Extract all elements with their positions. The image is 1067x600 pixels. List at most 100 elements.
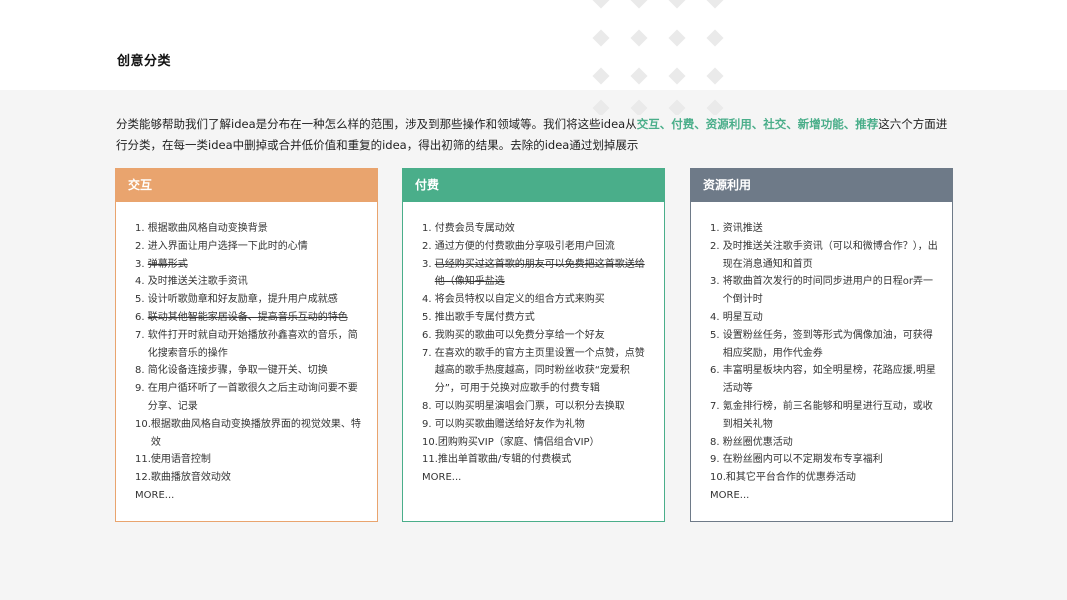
more-label: MORE...	[422, 472, 462, 484]
idea-text: 及时推送关注歌手资讯	[147, 276, 248, 288]
idea-list-item: 11. 使用语音控制	[135, 451, 363, 469]
idea-number: 5.	[422, 311, 435, 323]
idea-list-item: 6. 丰富明星板块内容，如全明星榜，花路应援,明星活动等	[710, 362, 938, 398]
idea-list-item: 8. 简化设备连接步骤，争取一键开关、切换	[135, 362, 363, 380]
idea-number: 6.	[135, 311, 148, 323]
idea-text: 付费会员专属动效	[434, 223, 515, 234]
idea-number: 11.	[135, 454, 151, 466]
idea-text: 团购购买VIP（家庭、情侣组合VIP）	[437, 436, 600, 448]
idea-list: 1. 根据歌曲风格自动变换背景 2. 进入界面让用户选择一下此时的心情 3. 弹幕形…	[116, 202, 377, 487]
idea-list-item: 10. 和其它平台合作的优惠券活动	[710, 469, 938, 487]
idea-number: 3.	[710, 276, 723, 288]
idea-list-item: 8. 粉丝圈优惠活动	[710, 434, 938, 452]
idea-text: 简化设备连接步骤，争取一键开关、切换	[147, 365, 328, 377]
idea-text: 将会员特权以自定义的组合方式来购买	[434, 294, 605, 306]
idea-text: 和其它平台合作的优惠券活动	[725, 472, 856, 484]
idea-number: 4.	[135, 276, 148, 288]
card-interaction: 交互 1. 根据歌曲风格自动变换背景 2. 进入界面让用户选择一下此时的心情 3. …	[115, 168, 378, 522]
idea-text: 歌曲播放音效动效	[150, 472, 231, 484]
more-label: MORE...	[135, 489, 175, 501]
idea-number: 10.	[135, 418, 151, 430]
idea-list-item: 8. 可以购买明星演唱会门票，可以积分去换取	[422, 398, 650, 416]
idea-text: 资讯推送	[722, 223, 763, 234]
idea-text: 丰富明星板块内容，如全明星榜，花路应援,明星活动等	[722, 365, 936, 395]
idea-number: 7.	[422, 347, 435, 359]
idea-list: 1. 付费会员专属动效 2. 通过方便的付费歌曲分享吸引老用户回流 3. 已经购买过…	[403, 202, 664, 469]
idea-text: 推出单首歌曲/专辑的付费模式	[437, 454, 572, 466]
idea-list-item: 5. 推出歌手专属付费方式	[422, 309, 650, 327]
idea-number: 10.	[422, 436, 438, 448]
idea-list-item: 7. 氪金排行榜，前三名能够和明星进行互动，或收到相关礼物	[710, 398, 938, 434]
idea-text: 根据歌曲风格自动变换播放界面的视觉效果、特效	[150, 418, 361, 448]
idea-list-item: 1. 付费会员专属动效	[422, 220, 650, 238]
idea-list-item: 3. 弹幕形式	[135, 256, 363, 274]
idea-number: 5.	[135, 294, 148, 306]
idea-list-item: 5. 设置粉丝任务，签到等形式为偶像加油，可获得相应奖励，用作代金券	[710, 327, 938, 363]
idea-text: 已经购买过这首歌的朋友可以免费把这首歌送给他（像知乎盐选	[434, 258, 645, 288]
idea-text: 可以购买明星演唱会门票，可以积分去换取	[434, 400, 625, 412]
idea-text: 推出歌手专属付费方式	[434, 311, 535, 323]
idea-list-item: 2. 进入界面让用户选择一下此时的心情	[135, 238, 363, 256]
idea-number: 8.	[422, 400, 435, 412]
idea-number: 2.	[135, 240, 148, 252]
idea-number: 2.	[422, 240, 435, 252]
idea-text: 软件打开时就自动开始播放孙鑫喜欢的音乐，简化搜索音乐的操作	[147, 329, 358, 359]
idea-list-item: 6. 联动其他智能家居设备、提高音乐互动的特色	[135, 309, 363, 327]
idea-list-item: 7. 软件打开时就自动开始播放孙鑫喜欢的音乐，简化搜索音乐的操作	[135, 327, 363, 363]
idea-number: 9.	[422, 418, 435, 430]
idea-list-item: 9. 可以购买歌曲赠送给好友作为礼物	[422, 416, 650, 434]
idea-number: 2.	[710, 240, 723, 252]
idea-text: 可以购买歌曲赠送给好友作为礼物	[434, 418, 585, 430]
card-title: 付费	[403, 169, 664, 202]
idea-number: 12.	[135, 472, 151, 484]
idea-text: 弹幕形式	[147, 258, 188, 270]
idea-number: 4.	[422, 294, 435, 306]
idea-number: 6.	[710, 365, 723, 377]
page-title: 创意分类	[117, 54, 172, 69]
idea-list-item: 10. 团购购买VIP（家庭、情侣组合VIP）	[422, 434, 650, 452]
idea-list-item: 2. 及时推送关注歌手资讯（可以和微博合作？），出现在消息通知和首页	[710, 238, 938, 274]
top-band	[0, 0, 1067, 90]
idea-number: 9.	[710, 454, 723, 466]
idea-number: 1.	[135, 223, 148, 234]
idea-number: 3.	[422, 258, 435, 270]
idea-list: 1. 资讯推送 2. 及时推送关注歌手资讯（可以和微博合作？），出现在消息通知和首…	[691, 202, 952, 487]
idea-text: 在喜欢的歌手的官方主页里设置一个点赞，点赞越高的歌手热度越高，同时粉丝收获“宠爱…	[434, 347, 645, 395]
idea-list-item: 3. 已经购买过这首歌的朋友可以免费把这首歌送给他（像知乎盐选	[422, 256, 650, 292]
idea-list-item: 4. 将会员特权以自定义的组合方式来购买	[422, 291, 650, 309]
intro-paragraph: 分类能够帮助我们了解idea是分布在一种怎么样的范围，涉及到那些操作和领域等。我…	[116, 114, 956, 156]
idea-list-item: 9. 在用户循环听了一首歌很久之后主动询问要不要分享、记录	[135, 380, 363, 416]
idea-text: 在用户循环听了一首歌很久之后主动询问要不要分享、记录	[147, 383, 358, 412]
idea-list-item: 1. 根据歌曲风格自动变换背景	[135, 220, 363, 238]
idea-text: 设计听歌勋章和好友励章，提升用户成就感	[147, 294, 338, 306]
idea-list-item: 4. 明星互动	[710, 309, 938, 327]
idea-list-item: 4. 及时推送关注歌手资讯	[135, 273, 363, 291]
idea-text: 氪金排行榜，前三名能够和明星进行互动，或收到相关礼物	[722, 400, 933, 430]
decorative-diamond-pattern	[590, 0, 750, 115]
idea-number: 5.	[710, 329, 723, 341]
idea-text: 明星互动	[722, 311, 763, 323]
idea-number: 10.	[710, 472, 726, 484]
idea-text: 及时推送关注歌手资讯（可以和微博合作？），出现在消息通知和首页	[722, 240, 938, 270]
idea-list-item: 11. 推出单首歌曲/专辑的付费模式	[422, 451, 650, 469]
idea-list-item: 9. 在粉丝圈内可以不定期发布专享福利	[710, 451, 938, 469]
idea-list-item: 5. 设计听歌勋章和好友励章，提升用户成就感	[135, 291, 363, 309]
idea-list-item: 2. 通过方便的付费歌曲分享吸引老用户回流	[422, 238, 650, 256]
idea-number: 9.	[135, 383, 148, 395]
intro-category-highlight: 交互、付费、资源利用、社交、新增功能、推荐	[636, 117, 879, 131]
card-payment: 付费 1. 付费会员专属动效 2. 通过方便的付费歌曲分享吸引老用户回流 3. 已经…	[402, 168, 665, 522]
idea-number: 7.	[135, 329, 148, 341]
idea-list-item: 6. 我购买的歌曲可以免费分享给一个好友	[422, 327, 650, 345]
card-title: 资源利用	[691, 169, 952, 202]
idea-number: 7.	[710, 400, 723, 412]
card-title: 交互	[116, 169, 377, 202]
idea-list-item: 12. 歌曲播放音效动效	[135, 469, 363, 487]
intro-text-start: 分类能够帮助我们了解idea是分布在一种怎么样的范围，涉及到那些操作和领域等。我…	[116, 117, 637, 131]
idea-text: 粉丝圈优惠活动	[722, 436, 793, 448]
idea-number: 4.	[710, 311, 723, 323]
idea-list-item: 3. 将歌曲首次发行的时间同步进用户的日程or弄一个倒计时	[710, 273, 938, 309]
idea-text: 在粉丝圈内可以不定期发布专享福利	[722, 454, 883, 466]
more-label: MORE...	[710, 489, 750, 501]
idea-number: 3.	[135, 258, 148, 270]
idea-text: 使用语音控制	[150, 454, 211, 466]
